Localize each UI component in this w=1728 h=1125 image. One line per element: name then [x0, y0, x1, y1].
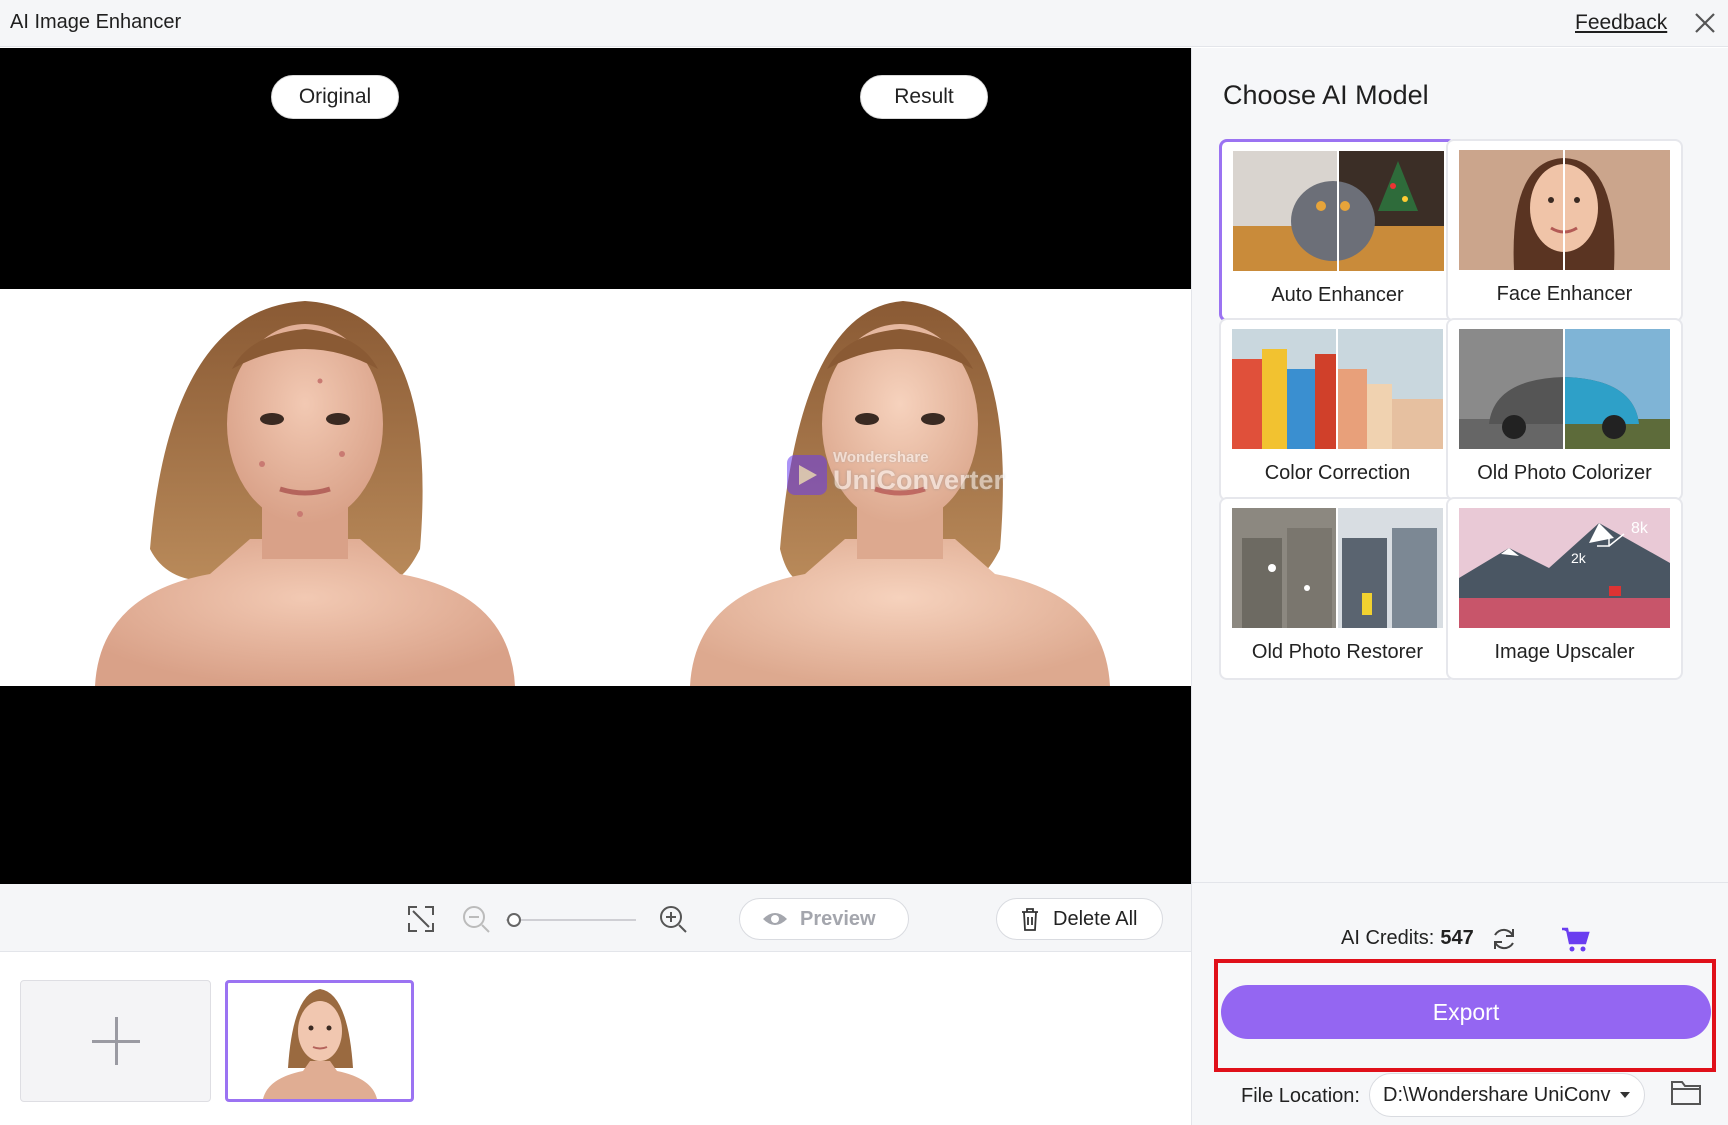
upscaler-tag-8k: 8k	[1631, 520, 1649, 537]
file-location-value: D:\Wondershare UniConv	[1383, 1084, 1611, 1106]
delete-all-label: Delete All	[1053, 907, 1138, 930]
file-location-select[interactable]: D:\Wondershare UniConv	[1369, 1073, 1645, 1117]
portrait-comparison-image	[95, 301, 1110, 686]
model-label: Color Correction	[1264, 462, 1411, 484]
zoom-out-icon[interactable]	[460, 903, 492, 935]
model-label: Face Enhancer	[1496, 283, 1633, 305]
model-label: Auto Enhancer	[1271, 284, 1404, 306]
model-card-old-photo-colorizer[interactable]: Old Photo Colorizer	[1446, 318, 1683, 501]
delete-all-button[interactable]: Delete All	[996, 898, 1163, 940]
zoom-in-icon[interactable]	[657, 903, 689, 935]
thumbnail-portrait-image	[263, 989, 377, 1099]
zoom-slider-knob[interactable]	[507, 913, 521, 927]
chevron-down-icon	[1620, 1092, 1630, 1098]
ai-credits: AI Credits: 547	[1341, 927, 1474, 950]
preview-toolbar: Preview Delete All	[0, 884, 1191, 952]
credits-value: 547	[1440, 927, 1474, 949]
folder-icon[interactable]	[1670, 1078, 1702, 1106]
image-thumbnail[interactable]	[225, 980, 414, 1102]
watermark: Wondershare UniConverter	[785, 447, 1005, 501]
trash-icon	[1022, 908, 1038, 931]
app-title: AI Image Enhancer	[10, 11, 182, 33]
close-icon[interactable]	[1690, 8, 1720, 38]
model-card-auto-enhancer[interactable]: Auto Enhancer	[1219, 139, 1456, 322]
watermark-brand: Wondershare	[833, 449, 929, 466]
color-correction-thumbnail	[1232, 329, 1443, 449]
model-label: Old Photo Restorer	[1251, 641, 1424, 663]
model-card-old-photo-restorer[interactable]: Old Photo Restorer	[1219, 497, 1456, 680]
zoom-slider-track	[506, 919, 636, 921]
old-photo-restorer-thumbnail	[1232, 508, 1443, 628]
preview-label: Preview	[800, 907, 876, 930]
eye-icon	[763, 913, 787, 925]
cart-icon[interactable]	[1560, 925, 1590, 953]
compare-stage: Original Result Wondershare UniConverter	[0, 48, 1191, 884]
ai-model-panel: Choose AI Model Auto Enhancer Face Enhan…	[1191, 48, 1728, 1125]
title-bar: AI Image Enhancer Feedback	[0, 0, 1728, 47]
result-label: Result	[860, 75, 988, 119]
compare-image: Wondershare UniConverter	[0, 289, 1191, 686]
refresh-icon[interactable]	[1490, 925, 1518, 953]
model-label: Image Upscaler	[1494, 641, 1635, 663]
thumbnail-strip	[0, 952, 1191, 1125]
preview-button[interactable]: Preview	[739, 898, 909, 940]
fit-screen-icon[interactable]	[405, 903, 437, 935]
zoom-slider[interactable]	[506, 913, 636, 927]
export-button[interactable]: Export	[1221, 985, 1711, 1039]
auto-enhancer-thumbnail	[1233, 151, 1444, 271]
file-location-label: File Location:	[1241, 1085, 1360, 1107]
upscaler-tag-2k: 2k	[1571, 550, 1587, 566]
image-upscaler-thumbnail: 8k 2k	[1459, 508, 1670, 628]
original-label: Original	[271, 75, 399, 119]
uniconverter-logo-icon	[787, 455, 827, 495]
model-card-color-correction[interactable]: Color Correction	[1219, 318, 1456, 501]
add-image-button[interactable]	[20, 980, 211, 1102]
face-enhancer-thumbnail	[1459, 150, 1670, 270]
watermark-product: UniConverter	[833, 465, 1005, 495]
credits-label: AI Credits:	[1341, 927, 1435, 949]
model-card-face-enhancer[interactable]: Face Enhancer	[1446, 139, 1683, 322]
model-label: Old Photo Colorizer	[1477, 462, 1652, 484]
model-card-image-upscaler[interactable]: 8k 2k Image Upscaler	[1446, 497, 1683, 680]
old-photo-colorizer-thumbnail	[1459, 329, 1670, 449]
panel-divider	[1192, 882, 1728, 883]
feedback-link[interactable]: Feedback	[1575, 11, 1667, 35]
panel-title: Choose AI Model	[1223, 80, 1429, 110]
